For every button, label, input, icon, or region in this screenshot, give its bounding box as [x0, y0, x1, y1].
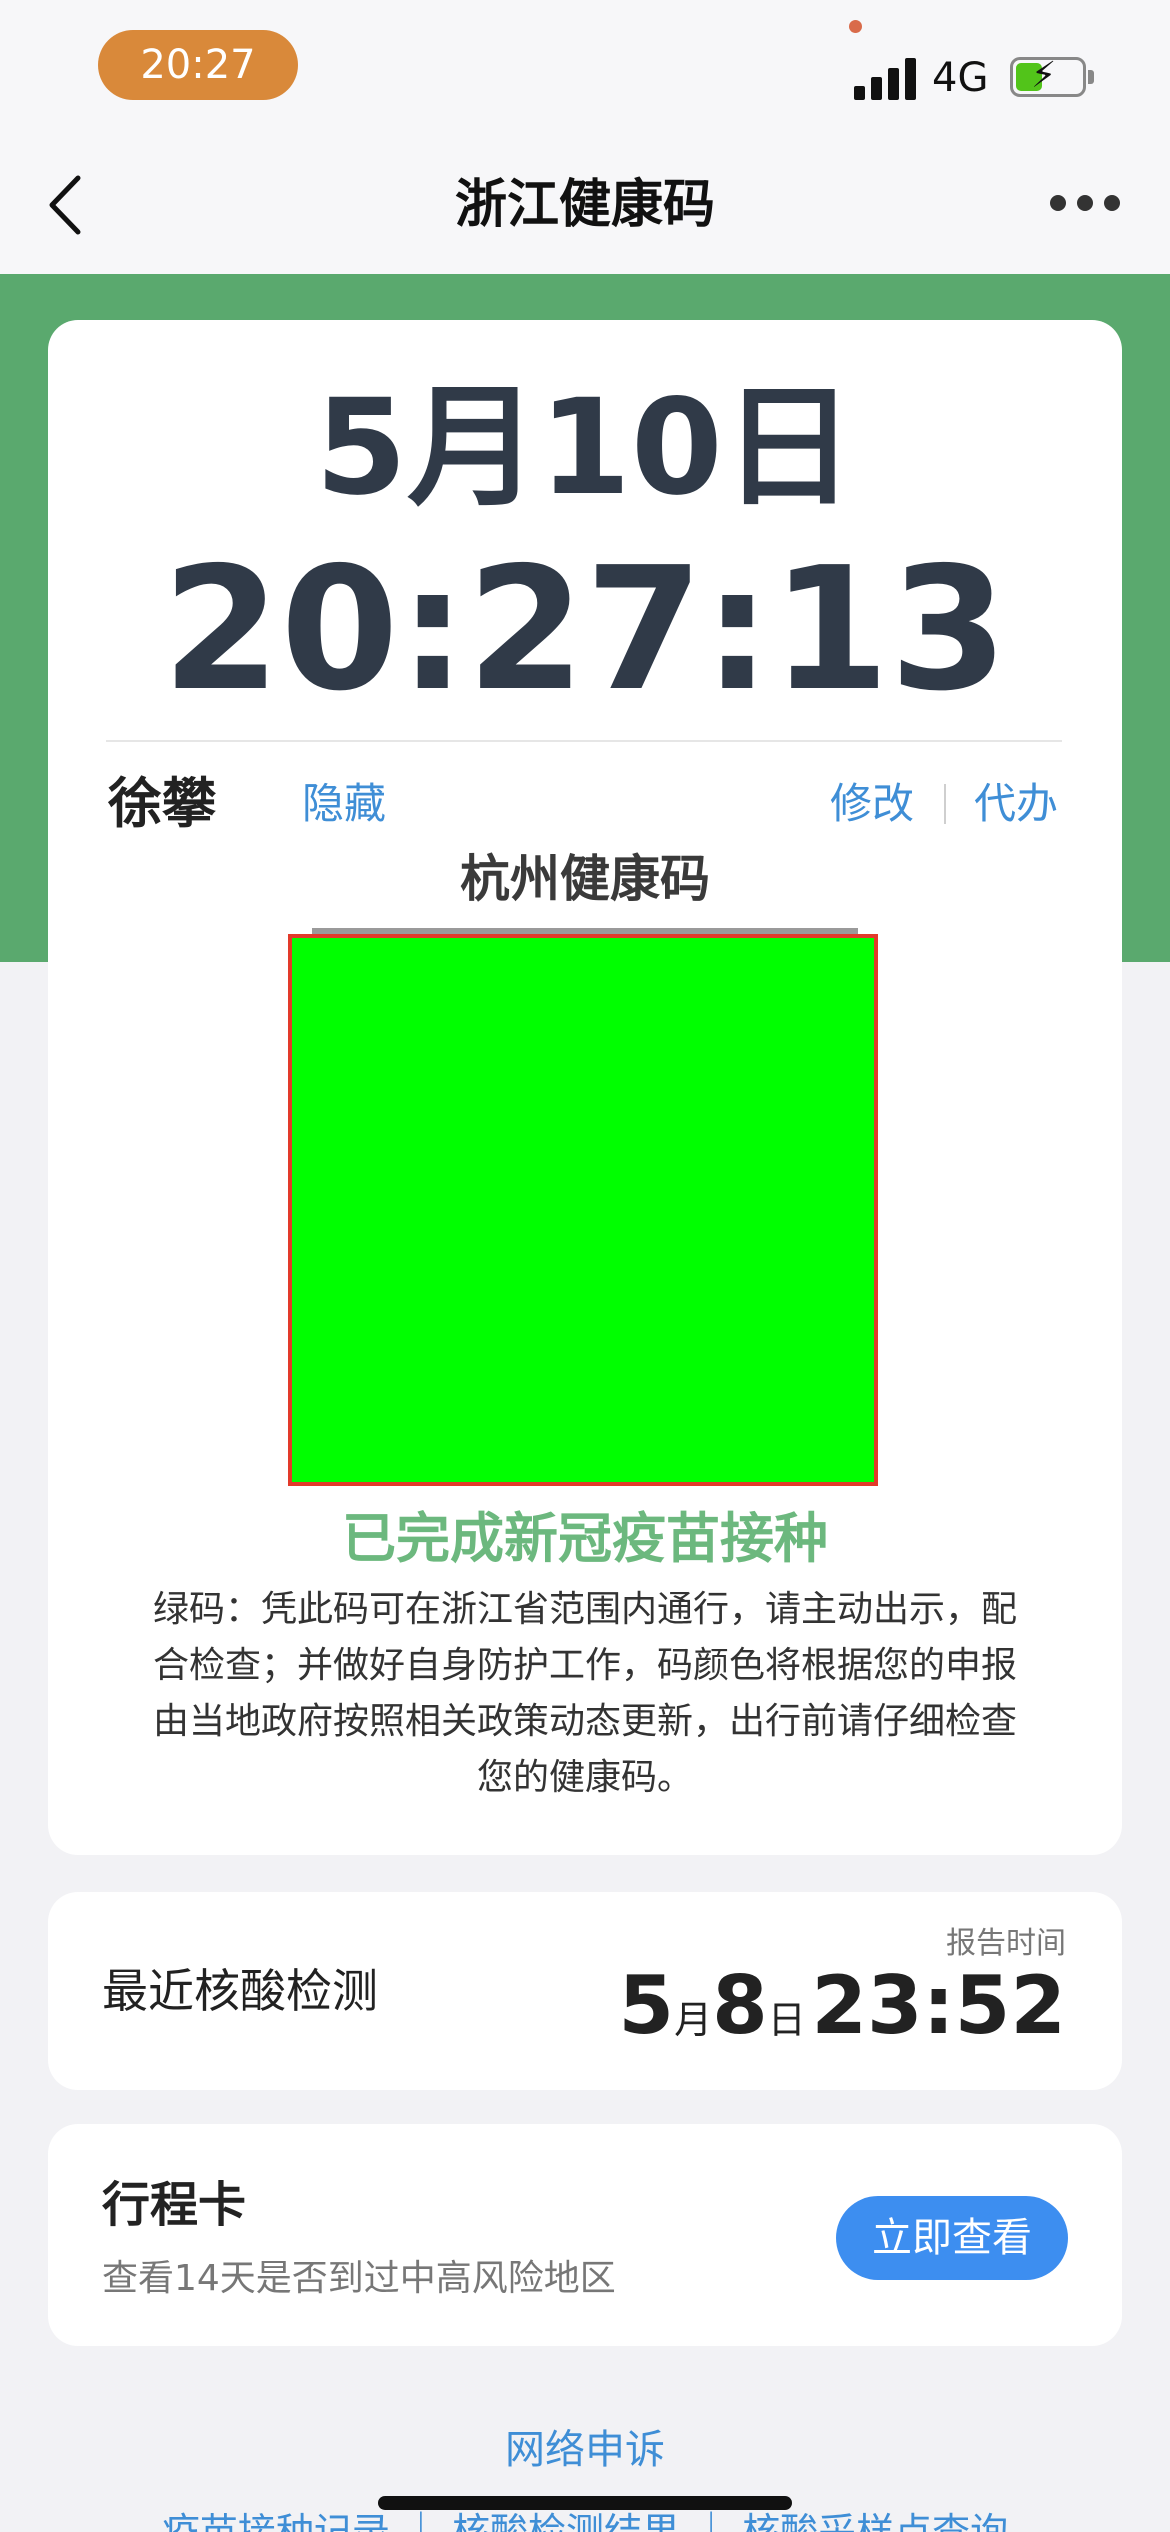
vaccine-status: 已完成新冠疫苗接种	[342, 1507, 828, 1570]
hide-link[interactable]: 隐藏	[302, 768, 386, 840]
link-separator	[944, 784, 946, 824]
recording-indicator-icon	[849, 20, 862, 33]
health-code-title: 杭州健康码	[460, 850, 710, 908]
more-dots-icon	[1050, 195, 1066, 211]
battery-charging-icon: ⚡	[1010, 55, 1086, 97]
green-code-notice: 绿码：凭此码可在浙江省范围内通行，请主动出示，配合检查；并做好自身防护工作，码颜…	[152, 1589, 1017, 1798]
footer-links-text[interactable]: 疫苗接种记录 ｜ 核酸检测结果 ｜ 核酸采样点查询	[0, 2508, 1170, 2532]
nucleic-test-time: 5月8日 23:52	[600, 1956, 1066, 2078]
battery-tip	[1088, 70, 1094, 84]
test-month: 5	[618, 1959, 675, 2052]
current-date: 5月10日	[315, 371, 855, 525]
current-time: 20:27:13	[162, 531, 1008, 729]
footer-links: 疫苗接种记录 ｜ 核酸检测结果 ｜ 核酸采样点查询	[0, 2508, 1170, 2532]
trip-card-title: 行程卡	[102, 2177, 247, 2233]
lightning-icon: ⚡	[1031, 55, 1057, 96]
nucleic-test-label: 最近核酸检测	[102, 1964, 378, 2018]
status-time: 20:27	[98, 30, 298, 100]
more-dot	[1104, 195, 1120, 211]
page-title: 浙江健康码	[454, 175, 715, 235]
view-now-button[interactable]: 立即查看	[836, 2196, 1068, 2280]
trip-card-description: 查看14天是否到过中高风险地区	[102, 2258, 616, 2299]
edit-link[interactable]: 修改	[830, 768, 914, 840]
divider	[106, 740, 1062, 742]
proxy-link[interactable]: 代办	[974, 768, 1058, 840]
home-indicator	[378, 2496, 792, 2510]
health-code-qr[interactable]	[288, 934, 878, 1486]
test-day: 8	[712, 1959, 768, 2052]
network-type: 4G	[932, 55, 989, 101]
more-button[interactable]	[1050, 195, 1120, 215]
more-dot	[1077, 195, 1093, 211]
month-unit: 月	[674, 1998, 713, 2042]
day-unit: 日	[767, 1998, 806, 2042]
appeal-link[interactable]: 网络申诉	[0, 2420, 1170, 2480]
signal-bars-icon	[854, 58, 918, 100]
user-name: 徐攀	[108, 772, 216, 835]
test-clock: 23:52	[811, 1959, 1066, 2052]
